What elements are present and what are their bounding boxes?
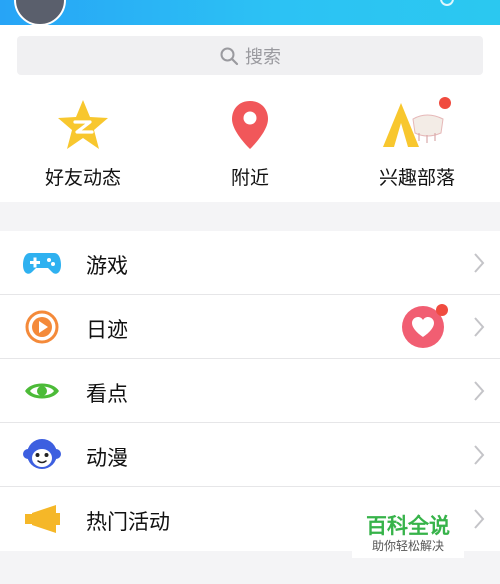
menu-item-label: 游戏 — [86, 254, 128, 278]
quick-action-friend-feed[interactable]: 好友动态 — [8, 97, 158, 197]
search-placeholder: 搜索 — [245, 46, 281, 68]
megaphone-icon — [25, 505, 60, 533]
chevron-right-icon — [474, 509, 485, 529]
menu-item-anime[interactable]: 动漫 — [0, 423, 500, 487]
chevron-right-icon — [474, 445, 485, 465]
quick-action-label: 好友动态 — [44, 167, 121, 189]
menu-item-highlights[interactable]: 看点 — [0, 359, 500, 423]
watermark-title: 百科全说 — [366, 514, 450, 538]
search-bar[interactable]: 搜索 — [17, 36, 483, 75]
menu-item-games[interactable]: 游戏 — [0, 231, 500, 295]
search-icon — [220, 47, 239, 65]
quick-action-label: 附近 — [230, 167, 269, 189]
notification-badge — [436, 304, 448, 316]
gamepad-icon — [23, 253, 61, 274]
heart-badge-icon[interactable] — [402, 304, 448, 348]
play-circle-icon — [25, 310, 59, 344]
eye-icon — [25, 383, 59, 399]
watermark-logo: 百科全说 助你轻松解决 — [352, 500, 464, 558]
qzone-star-icon — [58, 100, 108, 149]
watermark-subtitle: 助你轻松解决 — [372, 539, 445, 553]
monkey-face-icon — [23, 439, 61, 469]
location-pin-icon — [232, 101, 268, 149]
menu-item-daily-trace[interactable]: 日迹 — [0, 295, 500, 359]
tent-icon — [379, 97, 455, 153]
menu-item-label: 看点 — [86, 382, 128, 406]
top-panel: 搜索 好友动态 附近 兴趣部落 — [0, 25, 500, 202]
quick-action-label: 兴趣部落 — [378, 167, 455, 189]
quick-action-interest-tribe[interactable]: 兴趣部落 — [342, 97, 492, 197]
top-header — [0, 0, 500, 25]
menu-item-label: 日迹 — [86, 318, 128, 342]
notification-badge — [439, 97, 451, 109]
menu-item-label: 热门活动 — [86, 510, 170, 534]
chevron-right-icon — [474, 317, 485, 337]
quick-action-nearby[interactable]: 附近 — [175, 97, 325, 197]
chevron-right-icon — [474, 253, 485, 273]
chevron-right-icon — [474, 381, 485, 401]
menu-item-label: 动漫 — [86, 446, 128, 470]
header-action-icon[interactable] — [440, 0, 454, 6]
avatar[interactable] — [14, 0, 66, 25]
